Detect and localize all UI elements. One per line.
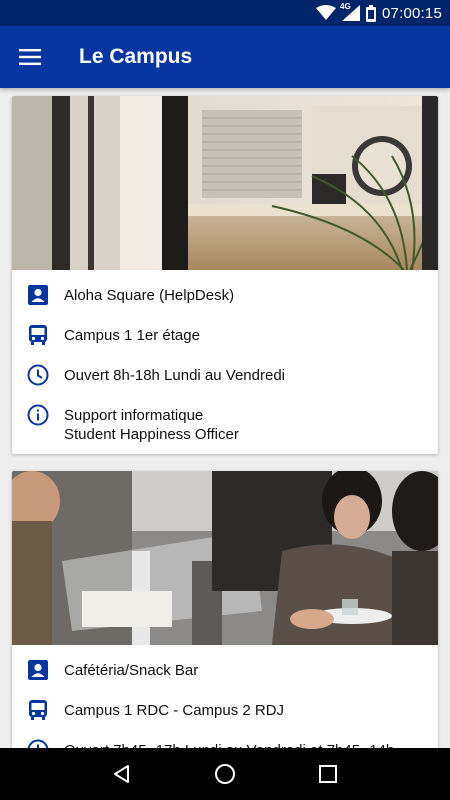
office-helpdesk-photo [12, 96, 438, 270]
clock-icon [27, 364, 49, 386]
system-nav-bar [0, 748, 450, 800]
location-description: Support informatique Student Happiness O… [64, 404, 239, 444]
cell-signal-icon: 4G [340, 2, 360, 21]
location-place: Campus 1 RDC - Campus 2 RDJ [64, 702, 285, 719]
location-name: Aloha Square (HelpDesk) [64, 287, 235, 304]
bus-icon [29, 325, 47, 345]
info-list: Cafétéria/Snack Bar Campus 1 RDC - Campu… [12, 645, 438, 748]
hamburger-menu-icon [19, 49, 41, 65]
location-hours: Ouvert 7h45 -17h Lundi au Vendredi et 7h… [64, 739, 394, 748]
recents-button[interactable] [308, 754, 348, 794]
clock-icon [27, 739, 49, 748]
location-name-row: Aloha Square (HelpDesk) [12, 276, 438, 316]
back-icon [113, 765, 129, 783]
info-icon [27, 404, 49, 426]
location-name-row: Cafétéria/Snack Bar [12, 651, 438, 691]
description-line-1: Support informatique [64, 407, 204, 424]
menu-button[interactable] [0, 26, 60, 88]
description-line-2: Student Happiness Officer [64, 426, 239, 443]
recents-icon [319, 765, 338, 783]
wifi-icon [316, 5, 336, 21]
info-list: Aloha Square (HelpDesk) Campus 1 1er éta… [12, 270, 438, 450]
location-hours-row: Ouvert 8h-18h Lundi au Vendredi [12, 356, 438, 396]
location-hours-row: Ouvert 7h45 -17h Lundi au Vendredi et 7h… [12, 731, 438, 748]
app-bar: Le Campus [0, 26, 450, 88]
bus-icon [29, 700, 47, 720]
person-badge-icon [28, 285, 48, 305]
home-icon [214, 764, 235, 784]
page-title: Le Campus [79, 45, 193, 68]
network-type-label: 4G [340, 2, 351, 11]
back-button[interactable] [102, 754, 142, 794]
cafeteria-photo [12, 471, 438, 645]
home-button[interactable] [205, 754, 245, 794]
location-card[interactable]: Cafétéria/Snack Bar Campus 1 RDC - Campu… [12, 471, 438, 748]
location-place-row: Campus 1 RDC - Campus 2 RDJ [12, 691, 438, 731]
location-name: Cafétéria/Snack Bar [64, 662, 199, 679]
status-bar: 4G 07:00:15 [0, 0, 450, 26]
location-hours: Ouvert 8h-18h Lundi au Vendredi [64, 367, 285, 384]
location-card[interactable]: Aloha Square (HelpDesk) Campus 1 1er éta… [12, 96, 438, 454]
location-info-row: Support informatique Student Happiness O… [12, 396, 438, 450]
clock-time: 07:00:15 [382, 4, 442, 22]
content-scroll[interactable]: Aloha Square (HelpDesk) Campus 1 1er éta… [0, 88, 450, 748]
battery-icon [366, 4, 376, 22]
location-place: Campus 1 1er étage [64, 327, 200, 344]
person-badge-icon [28, 660, 48, 680]
location-place-row: Campus 1 1er étage [12, 316, 438, 356]
